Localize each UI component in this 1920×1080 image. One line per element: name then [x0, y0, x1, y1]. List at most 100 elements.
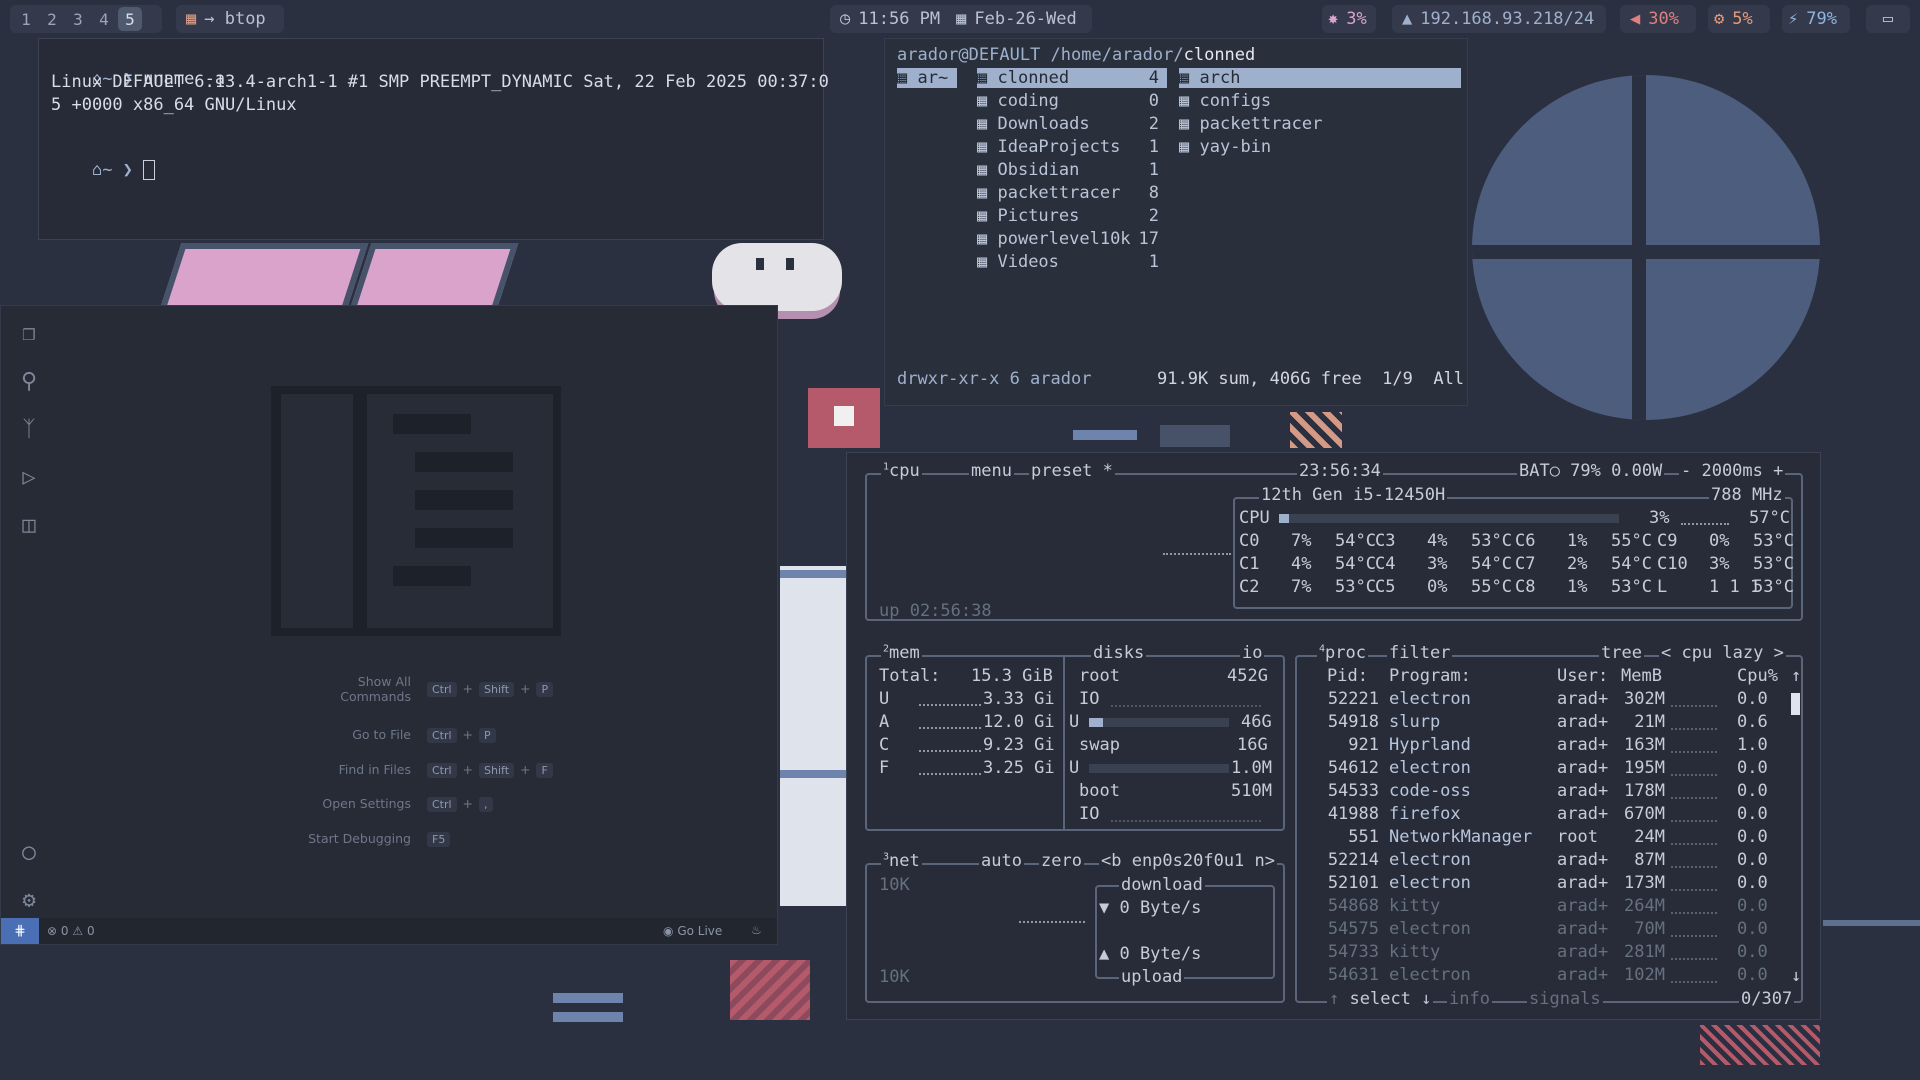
shortcut-keys: Ctrl + P: [425, 727, 498, 743]
dir-item[interactable]: ▦ coding 0: [977, 91, 1167, 111]
scroll-down-arrow[interactable]: ↓: [1791, 966, 1801, 986]
active-window[interactable]: ▦ → btop: [176, 5, 284, 33]
proc-row[interactable]: [1319, 850, 1779, 873]
clock-widget[interactable]: ◷ 11:56 PM ▦ Feb-26-Wed: [830, 5, 1092, 33]
dir-item[interactable]: ▦ IdeaProjects 1: [977, 137, 1167, 157]
proc-row[interactable]: [1319, 781, 1779, 804]
gpu-widget[interactable]: ✸ 3%: [1322, 5, 1376, 33]
proc-row[interactable]: [1319, 942, 1779, 965]
proc-row[interactable]: [1319, 896, 1779, 919]
cpu-widget[interactable]: ⚙ 5%: [1708, 5, 1770, 33]
output-line: 5 +0000 x86_64 GNU/Linux: [51, 95, 297, 115]
net-tab[interactable]: 3net: [881, 851, 922, 871]
proc-header-mem[interactable]: MemB: [1621, 666, 1662, 686]
proc-row[interactable]: [1319, 689, 1779, 712]
search-icon[interactable]: ⚲: [16, 369, 42, 395]
terminal-window[interactable]: ⌂~ ❯ uname -a Linux DEFAULT 6.13.4-arch1…: [38, 38, 829, 240]
code-editor-window[interactable]: ❐ ⚲ ᛉ ▷ ◫ ◯ ⚙ Show All Commands Ctrl + Sh…: [0, 305, 778, 945]
proc-header-pid[interactable]: Pid:: [1327, 666, 1368, 686]
proc-filter-button[interactable]: filter: [1387, 643, 1453, 663]
mem-tab[interactable]: 2mem: [881, 643, 922, 663]
cpu-tab[interactable]: 1cpu: [881, 461, 922, 481]
net-interface[interactable]: <b enp0s20f0u1 n>: [1099, 851, 1277, 871]
dir-item[interactable]: ▦ packettracer 8: [977, 183, 1167, 203]
proc-tab[interactable]: 4proc: [1317, 643, 1368, 663]
shortcut-label[interactable]: Open Settings: [322, 796, 411, 811]
net-zero-button[interactable]: zero: [1039, 851, 1084, 871]
menu-button[interactable]: menu: [969, 461, 1014, 481]
proc-row[interactable]: [1319, 804, 1779, 827]
shortcut-label[interactable]: Show All Commands: [340, 674, 411, 704]
settings-gear-icon[interactable]: ⚙: [16, 888, 42, 914]
proc-header-program[interactable]: Program:: [1389, 666, 1471, 686]
dir-item[interactable]: ▦ Videos 1: [977, 252, 1167, 272]
notification-bell-icon[interactable]: ♨: [751, 923, 762, 937]
file-manager-window[interactable]: arador@DEFAULT /home/arador/clonned ▦ ar…: [884, 38, 1468, 406]
workspace-3[interactable]: 3: [66, 7, 90, 31]
screen-toggle[interactable]: ▭: [1866, 5, 1910, 33]
proc-header-cpu[interactable]: Cpu%: [1737, 666, 1778, 686]
workspace-5[interactable]: 5: [118, 7, 142, 31]
preview-item[interactable]: ▦ arch: [1179, 68, 1461, 88]
shortcut-label[interactable]: Go to File: [352, 727, 411, 742]
shortcut-label[interactable]: Find in Files: [339, 762, 411, 777]
proc-scrollbar[interactable]: [1791, 693, 1800, 715]
proc-row[interactable]: [1319, 919, 1779, 942]
dir-item[interactable]: ▦ powerlevel10k 17: [977, 229, 1167, 249]
disks-tab[interactable]: disks: [1091, 643, 1147, 663]
proc-info-button[interactable]: info: [1447, 989, 1492, 1009]
parent-dir[interactable]: ▦ ar~: [897, 68, 957, 88]
refresh-rate[interactable]: - 2000ms +: [1679, 461, 1786, 481]
uptime: up 02:56:38: [879, 601, 992, 621]
source-control-icon[interactable]: ᛉ: [16, 417, 42, 443]
disk-boot-label: boot: [1079, 781, 1120, 801]
dir-item-count: 1: [1148, 252, 1159, 272]
network-widget[interactable]: ▲ 192.168.93.218/24: [1392, 5, 1606, 33]
explorer-icon[interactable]: ❐: [16, 321, 42, 347]
dir-item[interactable]: ▦ clonned 4: [977, 68, 1167, 88]
volume-widget[interactable]: ◀ 30%: [1620, 5, 1696, 33]
remote-indicator[interactable]: ⋕: [1, 918, 39, 944]
dir-item[interactable]: ▦ Pictures 2: [977, 206, 1167, 226]
core-temp: 53°C: [1753, 531, 1794, 551]
proc-signals-button[interactable]: signals: [1527, 989, 1603, 1009]
workspace-2[interactable]: 2: [40, 7, 64, 31]
key-separator: +: [516, 762, 535, 777]
proc-row[interactable]: [1319, 827, 1779, 850]
workspace-1[interactable]: 1: [14, 7, 38, 31]
proc-row[interactable]: [1319, 873, 1779, 896]
key-separator: +: [458, 681, 477, 696]
preview-item[interactable]: ▦ yay-bin: [1179, 137, 1271, 157]
account-icon[interactable]: ◯: [16, 840, 42, 866]
preview-item[interactable]: ▦ packettracer: [1179, 114, 1322, 134]
net-auto-button[interactable]: auto: [979, 851, 1024, 871]
wallpaper-sunglasses-left: [158, 243, 369, 313]
dir-item[interactable]: ▦ Obsidian 1: [977, 160, 1167, 180]
preview-item[interactable]: ▦ configs: [1179, 91, 1271, 111]
io-tab[interactable]: io: [1240, 643, 1265, 663]
proc-header-user[interactable]: User:: [1557, 666, 1608, 686]
go-live-button[interactable]: ◉ Go Live: [663, 924, 722, 938]
extensions-icon[interactable]: ◫: [16, 513, 42, 539]
mem-row-value: 9.23 Gi: [983, 735, 1055, 755]
dir-item[interactable]: ▦ Downloads 2: [977, 114, 1167, 134]
workspace-4[interactable]: 4: [92, 7, 116, 31]
btop-window[interactable]: 1cpu menu preset * 23:56:34 BAT○ 79% 0.0…: [846, 452, 1821, 1020]
proc-row[interactable]: [1319, 735, 1779, 758]
run-debug-icon[interactable]: ▷: [16, 465, 42, 491]
shortcut-label[interactable]: Start Debugging: [308, 831, 411, 846]
keycap: P: [479, 728, 496, 743]
mem-total: 15.3 GiB: [971, 666, 1053, 686]
preset-button[interactable]: preset *: [1029, 461, 1115, 481]
proc-select-button[interactable]: ↑ select ↓: [1327, 989, 1434, 1009]
scroll-up-arrow[interactable]: ↑: [1791, 666, 1801, 686]
proc-row[interactable]: [1319, 758, 1779, 781]
proc-tree-button[interactable]: tree: [1599, 643, 1644, 663]
wallpaper-cloud: [712, 243, 842, 311]
proc-sort-selector[interactable]: < cpu lazy >: [1659, 643, 1786, 663]
home-icon: ⌂: [91, 160, 103, 180]
battery-widget[interactable]: ⚡ 79%: [1782, 5, 1850, 33]
problems-indicator[interactable]: ⊗ 0 ⚠ 0: [47, 924, 95, 938]
proc-row[interactable]: [1319, 965, 1779, 988]
proc-row[interactable]: [1319, 712, 1779, 735]
